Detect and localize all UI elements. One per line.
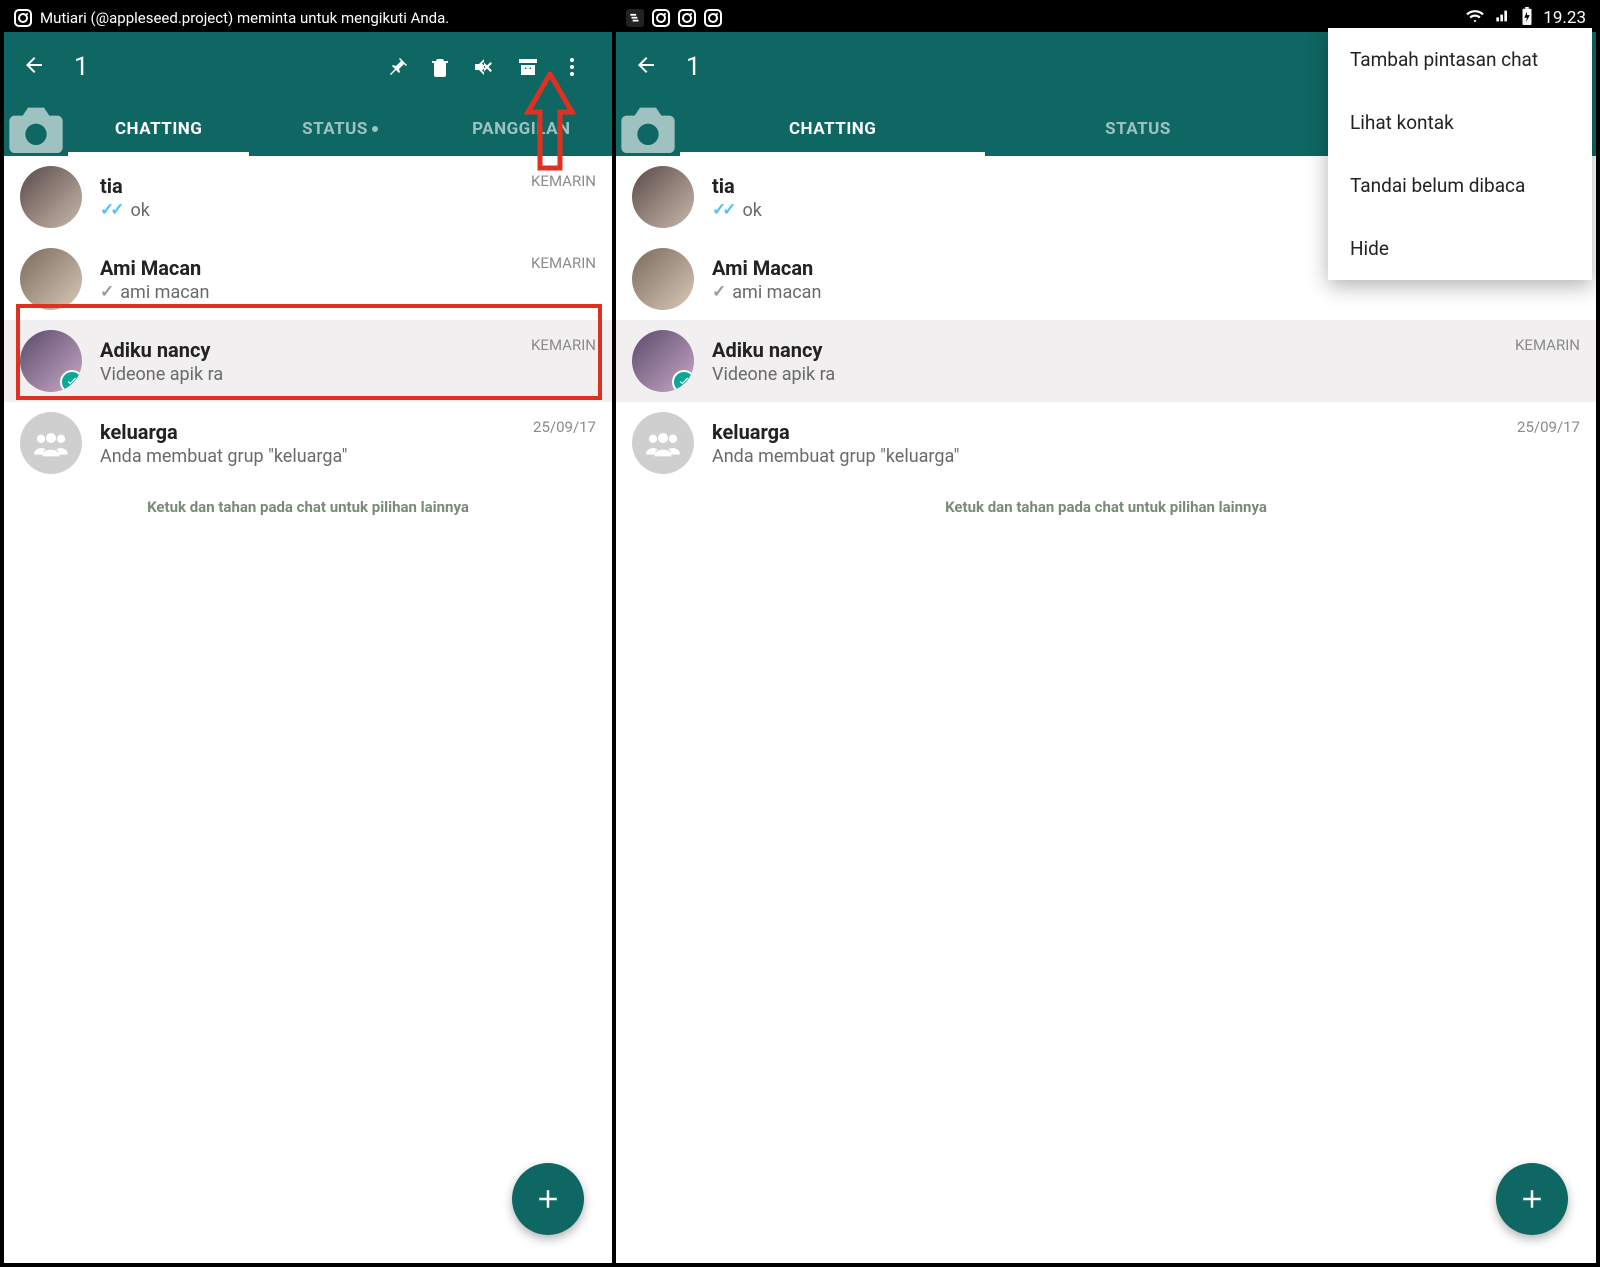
chat-row[interactable]: Adiku nancy Videone apik ra KEMARIN	[616, 320, 1596, 402]
instagram-icon	[678, 9, 696, 27]
avatar[interactable]	[20, 248, 82, 310]
chat-time: KEMARIN	[531, 336, 596, 354]
instagram-icon	[14, 9, 32, 27]
chat-list: tia ✓✓ok KEMARIN Ami Macan ✓ami macan KE…	[4, 156, 612, 1263]
chat-time: 25/09/17	[533, 418, 596, 436]
avatar[interactable]	[632, 166, 694, 228]
chat-message: Anda membuat grup "keluarga"	[712, 446, 1499, 467]
avatar[interactable]	[632, 248, 694, 310]
chat-row[interactable]: tia ✓✓ok KEMARIN	[4, 156, 612, 238]
menu-view-contact[interactable]: Lihat kontak	[1328, 91, 1592, 154]
selected-check-icon	[672, 370, 694, 392]
avatar[interactable]	[20, 166, 82, 228]
overflow-icon[interactable]	[550, 55, 594, 79]
tab-chatting[interactable]: CHATTING	[68, 102, 249, 156]
chat-message: Anda membuat grup "keluarga"	[100, 446, 515, 467]
selection-count: 1	[74, 52, 89, 82]
read-ticks-icon: ✓✓	[712, 200, 733, 220]
tab-bar: CHATTING STATUS PANGGILAN	[4, 102, 612, 156]
chat-message: Videone apik ra	[712, 364, 1497, 385]
selected-check-icon	[60, 370, 82, 392]
group-avatar[interactable]	[632, 412, 694, 474]
avatar[interactable]	[632, 330, 694, 392]
tab-panggilan[interactable]: PANGGILAN	[431, 102, 612, 156]
bbm-icon	[626, 9, 644, 27]
tab-status[interactable]: STATUS	[985, 102, 1290, 156]
sent-tick-icon: ✓	[712, 282, 722, 302]
sent-tick-icon: ✓	[100, 282, 110, 302]
notification-text: Mutiari (@appleseed.project) meminta unt…	[40, 9, 449, 27]
right-screenshot: 19.23 1 CHATTING STATUS PANGGILAN tia ✓✓…	[616, 4, 1596, 1263]
chat-name: keluarga	[100, 420, 515, 444]
new-chat-fab[interactable]	[1496, 1163, 1568, 1235]
chat-message: ✓ami macan	[100, 282, 513, 303]
clock-text: 19.23	[1543, 8, 1586, 28]
pin-icon[interactable]	[374, 55, 418, 79]
tab-status[interactable]: STATUS	[249, 102, 430, 156]
wifi-icon	[1465, 8, 1485, 28]
chat-time: 25/09/17	[1517, 418, 1580, 436]
menu-hide[interactable]: Hide	[1328, 217, 1592, 280]
instagram-icon	[652, 9, 670, 27]
menu-mark-unread[interactable]: Tandai belum dibaca	[1328, 154, 1592, 217]
archive-icon[interactable]	[506, 55, 550, 79]
selection-toolbar: 1	[4, 32, 612, 102]
back-icon[interactable]	[634, 53, 658, 81]
instagram-icon	[704, 9, 722, 27]
chat-name: keluarga	[712, 420, 1499, 444]
hint-text: Ketuk dan tahan pada chat untuk pilihan …	[616, 484, 1596, 530]
chat-row[interactable]: Adiku nancy Videone apik ra KEMARIN	[4, 320, 612, 402]
avatar[interactable]	[20, 330, 82, 392]
chat-row[interactable]: Ami Macan ✓ami macan KEMARIN	[4, 238, 612, 320]
chat-time: KEMARIN	[531, 172, 596, 190]
new-chat-fab[interactable]	[512, 1163, 584, 1235]
back-icon[interactable]	[22, 53, 46, 81]
delete-icon[interactable]	[418, 55, 462, 79]
camera-icon[interactable]	[616, 97, 680, 161]
tab-chatting[interactable]: CHATTING	[680, 102, 985, 156]
camera-icon[interactable]	[4, 97, 68, 161]
chat-message: Videone apik ra	[100, 364, 513, 385]
menu-add-shortcut[interactable]: Tambah pintasan chat	[1328, 28, 1592, 91]
signal-icon	[1495, 8, 1511, 28]
chat-name: Adiku nancy	[100, 338, 513, 362]
chat-row[interactable]: keluarga Anda membuat grup "keluarga" 25…	[4, 402, 612, 484]
overflow-menu: Tambah pintasan chat Lihat kontak Tandai…	[1328, 28, 1592, 280]
chat-message: ✓✓ok	[100, 200, 513, 221]
chat-time: KEMARIN	[531, 254, 596, 272]
status-bar: Mutiari (@appleseed.project) meminta unt…	[4, 4, 612, 32]
left-screenshot: Mutiari (@appleseed.project) meminta unt…	[4, 4, 616, 1263]
chat-name: Adiku nancy	[712, 338, 1497, 362]
selection-count: 1	[686, 52, 701, 82]
chat-list: tia ✓✓ok KEMARIN Ami Macan ✓ami macan KE…	[616, 156, 1596, 1263]
chat-name: Ami Macan	[100, 256, 513, 280]
group-avatar[interactable]	[20, 412, 82, 474]
chat-name: tia	[100, 174, 513, 198]
chat-time: KEMARIN	[1515, 336, 1580, 354]
hint-text: Ketuk dan tahan pada chat untuk pilihan …	[4, 484, 612, 530]
chat-row[interactable]: keluarga Anda membuat grup "keluarga" 25…	[616, 402, 1596, 484]
chat-message: ✓ami macan	[712, 282, 1497, 303]
read-ticks-icon: ✓✓	[100, 200, 121, 220]
mute-icon[interactable]	[462, 55, 506, 79]
battery-icon	[1521, 7, 1533, 29]
